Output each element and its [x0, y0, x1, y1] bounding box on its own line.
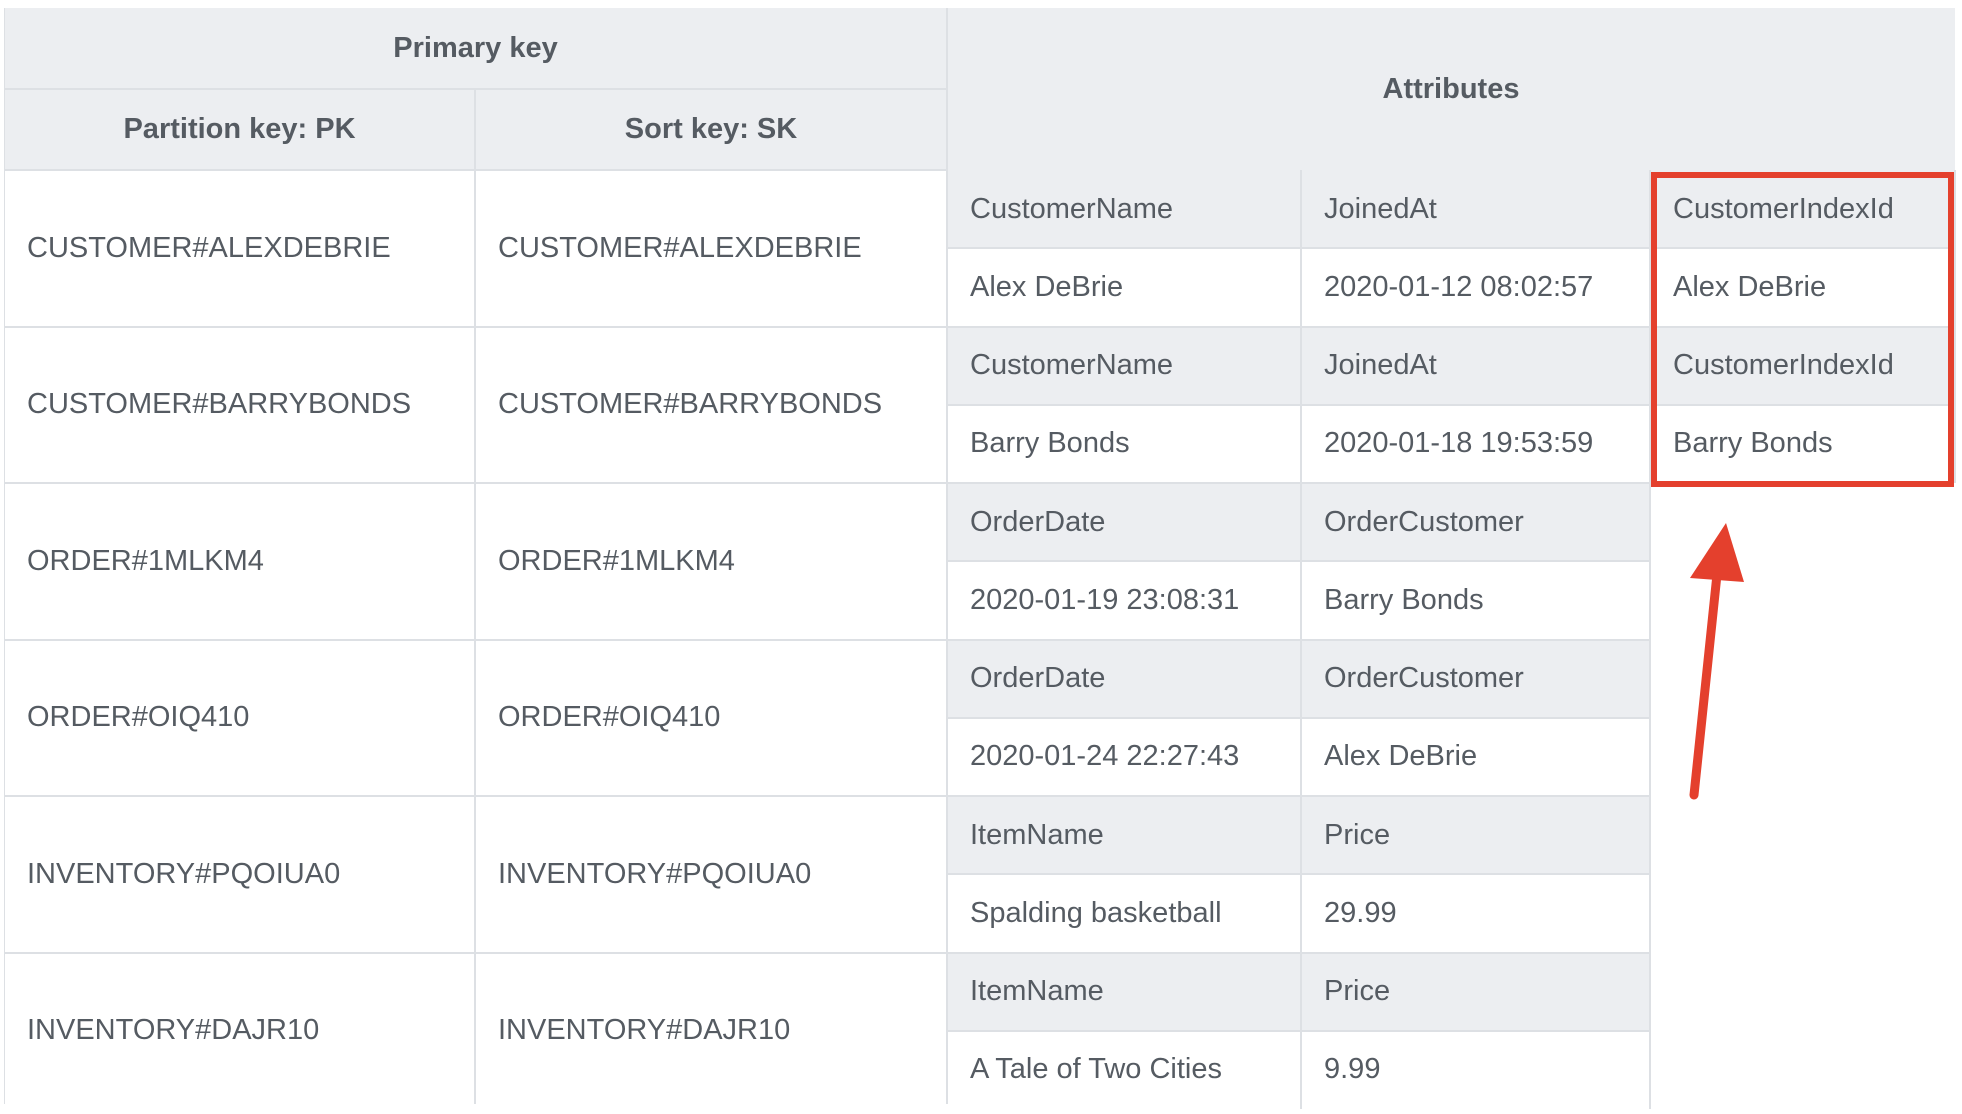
annotation-arrow-layer — [1689, 523, 1744, 800]
annotation-arrowhead — [1690, 523, 1744, 582]
annotation-arrow-shaft — [1689, 560, 1723, 800]
